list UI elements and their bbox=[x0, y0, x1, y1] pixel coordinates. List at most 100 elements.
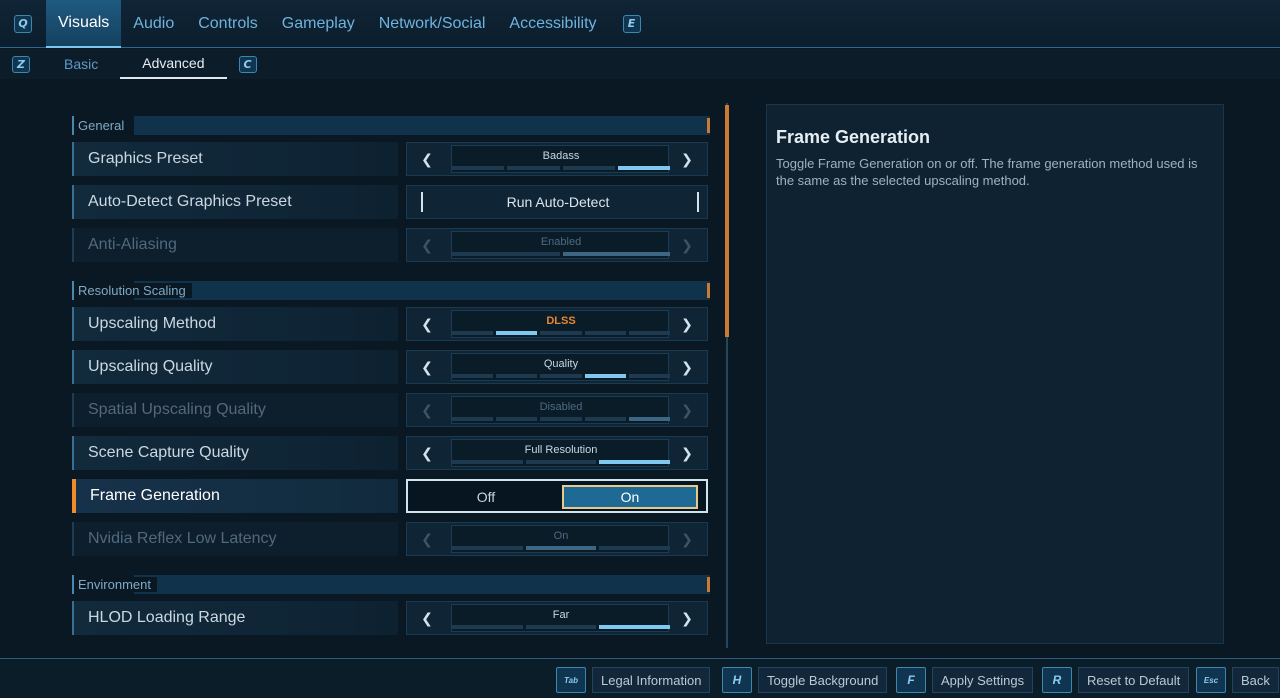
section-resolution-scaling: Resolution Scaling bbox=[72, 281, 710, 300]
setting-anti-aliasing: Anti-Aliasing ❮ Enabled ❯ bbox=[72, 228, 710, 262]
description-title: Frame Generation bbox=[776, 127, 931, 147]
collapse-icon[interactable] bbox=[696, 577, 710, 592]
top-nav: Q Visuals Audio Controls Gameplay Networ… bbox=[0, 0, 1280, 48]
setting-value: Quality bbox=[543, 358, 579, 370]
bottom-hint-bar: Tab Legal Information H Toggle Backgroun… bbox=[0, 658, 1280, 698]
setting-label: Upscaling Method bbox=[88, 315, 217, 332]
chevron-right-icon: ❯ bbox=[681, 236, 693, 253]
collapse-icon[interactable] bbox=[696, 283, 710, 298]
option-indicator bbox=[452, 374, 671, 378]
spatial-upscaling-quality-selector: ❮ Disabled ❯ bbox=[406, 393, 708, 427]
setting-value: Badass bbox=[542, 150, 580, 162]
setting-auto-detect[interactable]: Auto-Detect Graphics Preset Run Auto-Det… bbox=[72, 185, 710, 219]
setting-nvidia-reflex: Nvidia Reflex Low Latency ❮ On ❯ bbox=[72, 522, 710, 556]
setting-label: Upscaling Quality bbox=[88, 358, 213, 375]
chevron-right-icon[interactable]: ❯ bbox=[667, 351, 707, 383]
anti-aliasing-selector: ❮ Enabled ❯ bbox=[406, 228, 708, 262]
option-indicator bbox=[452, 417, 671, 421]
settings-scrollbar[interactable] bbox=[722, 103, 734, 648]
setting-value: Far bbox=[552, 609, 570, 621]
c-key-icon[interactable]: C bbox=[238, 55, 257, 73]
setting-value: DLSS bbox=[546, 315, 576, 327]
chevron-left-icon[interactable]: ❮ bbox=[407, 437, 447, 469]
chevron-left-icon[interactable]: ❮ bbox=[407, 351, 447, 383]
chevron-left-icon[interactable]: ❮ bbox=[407, 308, 447, 340]
section-label: Environment bbox=[78, 577, 157, 592]
tab-network-social[interactable]: Network/Social bbox=[367, 0, 498, 48]
upscaling-quality-selector[interactable]: ❮ Quality ❯ bbox=[406, 350, 708, 384]
subtab-advanced[interactable]: Advanced bbox=[120, 49, 227, 79]
chevron-right-icon: ❯ bbox=[681, 401, 693, 418]
reset-to-default-button[interactable]: R Reset to Default bbox=[1042, 667, 1190, 693]
run-auto-detect-button[interactable]: Run Auto-Detect bbox=[406, 185, 708, 219]
setting-graphics-preset[interactable]: Graphics Preset ❮ Badass ❯ bbox=[72, 142, 710, 176]
chevron-right-icon[interactable]: ❯ bbox=[667, 143, 707, 175]
frame-generation-toggle[interactable]: Off On bbox=[406, 479, 708, 513]
nvidia-reflex-selector: ❮ On ❯ bbox=[406, 522, 708, 556]
subtab-basic[interactable]: Basic bbox=[42, 49, 120, 79]
section-label: General bbox=[78, 118, 131, 133]
section-environment: Environment bbox=[72, 575, 710, 594]
setting-upscaling-quality[interactable]: Upscaling Quality ❮ Quality ❯ bbox=[72, 350, 710, 384]
tab-audio[interactable]: Audio bbox=[121, 0, 186, 48]
toggle-background-button[interactable]: H Toggle Background bbox=[722, 667, 888, 693]
graphics-preset-selector[interactable]: ❮ Badass ❯ bbox=[406, 142, 708, 176]
tab-key-icon: Tab bbox=[556, 667, 586, 693]
toggle-off-option[interactable]: Off bbox=[418, 485, 554, 509]
scene-capture-quality-selector[interactable]: ❮ Full Resolution ❯ bbox=[406, 436, 708, 470]
section-label: Resolution Scaling bbox=[78, 283, 192, 298]
toggle-on-option[interactable]: On bbox=[562, 485, 698, 509]
q-key-icon[interactable]: Q bbox=[14, 14, 32, 33]
legal-information-button[interactable]: Tab Legal Information bbox=[556, 667, 711, 693]
setting-hlod-loading-range[interactable]: HLOD Loading Range ❮ Far ❯ bbox=[72, 601, 710, 635]
setting-label: Graphics Preset bbox=[88, 150, 203, 167]
option-indicator bbox=[452, 166, 670, 170]
setting-value: Enabled bbox=[540, 236, 582, 248]
h-key-icon: H bbox=[722, 667, 752, 693]
option-indicator bbox=[452, 546, 671, 550]
setting-label: Nvidia Reflex Low Latency bbox=[88, 530, 277, 547]
apply-settings-button[interactable]: F Apply Settings bbox=[896, 667, 1034, 693]
collapse-icon[interactable] bbox=[696, 118, 710, 133]
setting-label: Scene Capture Quality bbox=[88, 444, 249, 461]
hlod-loading-range-selector[interactable]: ❮ Far ❯ bbox=[406, 601, 708, 635]
setting-spatial-upscaling-quality: Spatial Upscaling Quality ❮ Disabled ❯ bbox=[72, 393, 710, 427]
chevron-left-icon: ❮ bbox=[421, 236, 433, 253]
setting-label: Spatial Upscaling Quality bbox=[88, 401, 266, 418]
e-key-icon[interactable]: E bbox=[622, 14, 641, 33]
tab-gameplay[interactable]: Gameplay bbox=[270, 0, 367, 48]
setting-value: Disabled bbox=[539, 401, 583, 413]
option-indicator bbox=[452, 252, 670, 256]
chevron-right-icon[interactable]: ❯ bbox=[667, 437, 707, 469]
chevron-left-icon[interactable]: ❮ bbox=[407, 602, 447, 634]
option-indicator bbox=[452, 625, 671, 629]
setting-value: Full Resolution bbox=[524, 444, 598, 456]
setting-label: Frame Generation bbox=[90, 487, 220, 504]
description-panel: Frame Generation Toggle Frame Generation… bbox=[766, 104, 1224, 644]
upscaling-method-selector[interactable]: ❮ DLSS ❯ bbox=[406, 307, 708, 341]
tab-accessibility[interactable]: Accessibility bbox=[497, 0, 608, 48]
chevron-left-icon[interactable]: ❮ bbox=[407, 143, 447, 175]
setting-label: HLOD Loading Range bbox=[88, 609, 246, 626]
chevron-right-icon[interactable]: ❯ bbox=[667, 602, 707, 634]
chevron-right-icon[interactable]: ❯ bbox=[667, 308, 707, 340]
tab-visuals[interactable]: Visuals bbox=[46, 0, 122, 48]
esc-key-icon: Esc bbox=[1196, 667, 1226, 693]
chevron-right-icon: ❯ bbox=[681, 530, 693, 547]
section-general: General bbox=[72, 116, 710, 135]
setting-value: On bbox=[553, 530, 569, 542]
setting-upscaling-method[interactable]: Upscaling Method ❮ DLSS ❯ bbox=[72, 307, 710, 341]
z-key-icon[interactable]: Z bbox=[12, 55, 30, 73]
option-indicator bbox=[452, 331, 671, 335]
r-key-icon: R bbox=[1042, 667, 1072, 693]
setting-scene-capture-quality[interactable]: Scene Capture Quality ❮ Full Resolution … bbox=[72, 436, 710, 470]
scrollbar-thumb[interactable] bbox=[725, 105, 729, 337]
description-body: Toggle Frame Generation on or off. The f… bbox=[776, 156, 1198, 188]
setting-label: Auto-Detect Graphics Preset bbox=[88, 193, 292, 210]
option-indicator bbox=[452, 460, 671, 464]
setting-frame-generation[interactable]: Frame Generation Off On bbox=[72, 479, 710, 513]
back-button[interactable]: Esc Back bbox=[1196, 667, 1279, 693]
tab-controls[interactable]: Controls bbox=[186, 0, 270, 48]
setting-label: Anti-Aliasing bbox=[88, 236, 177, 253]
f-key-icon: F bbox=[896, 667, 926, 693]
